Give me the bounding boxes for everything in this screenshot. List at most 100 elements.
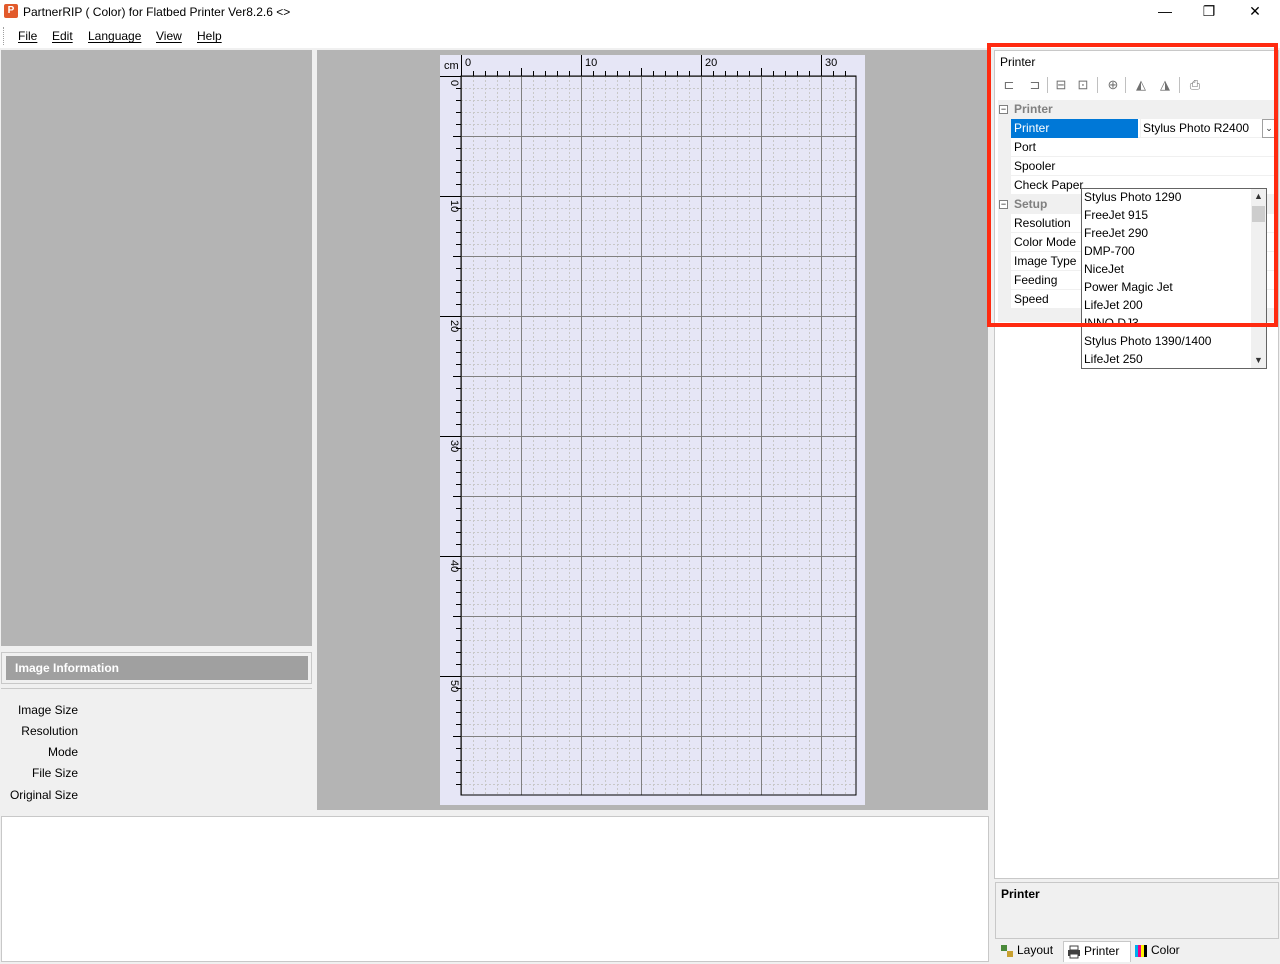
dropdown-option[interactable]: DMP-700 — [1084, 243, 1135, 261]
property-name: Image Type — [1014, 254, 1077, 268]
right-panel: Printer ⊏ ⊐ ⊟ ⊡ ⊕ ◭ ◮ ⎙ − Printer Printe… — [994, 50, 1279, 962]
image-information-header[interactable]: Image Information — [6, 656, 308, 680]
dropdown-option[interactable]: Power Magic Jet — [1084, 279, 1173, 297]
toolbar-separator — [1047, 77, 1048, 93]
toolbar-separator — [1125, 77, 1126, 93]
menu-file[interactable]: File — [18, 29, 37, 43]
tab-color[interactable]: Color — [1131, 941, 1191, 962]
menu-grip — [3, 27, 5, 45]
toolbar-separator — [1097, 77, 1098, 93]
property-name: Speed — [1014, 292, 1049, 306]
flip-horizontal-icon[interactable]: ◭ — [1131, 75, 1151, 95]
dropdown-option[interactable]: INNO DJ3 — [1084, 315, 1139, 333]
property-printer[interactable]: Printer Stylus Photo R2400 ⌄ — [1011, 119, 1276, 138]
property-name: Feeding — [1014, 273, 1058, 287]
category-printer[interactable]: − Printer — [998, 100, 1276, 119]
title-bar: P PartnerRIP ( Color) for Flatbed Printe… — [0, 0, 1280, 24]
dropdown-option[interactable]: Stylus Photo 1290 — [1084, 189, 1181, 207]
flip-vertical-icon[interactable]: ◮ — [1155, 75, 1175, 95]
top-ruler-label: 0 — [465, 57, 471, 69]
center-both-icon[interactable]: ⊕ — [1103, 75, 1123, 95]
menu-view[interactable]: View — [156, 29, 182, 43]
property-port[interactable]: Port — [1011, 138, 1276, 157]
scroll-up-icon[interactable]: ▲ — [1251, 189, 1266, 204]
close-button[interactable]: ✕ — [1232, 0, 1278, 24]
property-name: Resolution — [1014, 216, 1071, 230]
top-ruler-label: 30 — [825, 57, 837, 69]
dropdown-option[interactable]: LifeJet 200 — [1084, 297, 1143, 315]
category-label: Printer — [1014, 102, 1053, 116]
property-name: Color Mode — [1014, 235, 1077, 249]
dropdown-option[interactable]: LifeJet 250 — [1084, 351, 1143, 369]
scroll-thumb[interactable] — [1252, 206, 1265, 222]
center-vertical-icon[interactable]: ⊡ — [1073, 75, 1093, 95]
app-window: P PartnerRIP ( Color) for Flatbed Printe… — [0, 0, 1280, 964]
printer-panel-title: Printer — [1000, 55, 1036, 69]
top-ruler-label: 20 — [705, 57, 717, 69]
menu-help[interactable]: Help — [197, 29, 222, 43]
original-size-label: Original Size — [9, 788, 78, 802]
thumbnail-panel — [1, 50, 312, 646]
ruler-unit-label: cm — [444, 60, 459, 72]
divider — [1140, 119, 1141, 138]
image-information-panel: Image Size Resolution Mode File Size Ori… — [1, 688, 312, 809]
collapse-icon[interactable]: − — [999, 200, 1008, 209]
category-label: Setup — [1014, 197, 1048, 211]
tab-printer[interactable]: Printer — [1063, 941, 1131, 962]
property-name: Printer — [1014, 121, 1050, 135]
tab-layout[interactable]: Layout — [997, 941, 1063, 962]
printer-dropdown-list[interactable]: Stylus Photo 1290 FreeJet 915 FreeJet 29… — [1081, 188, 1267, 369]
toolbar-separator — [1179, 77, 1180, 93]
restore-button[interactable]: ❐ — [1186, 0, 1232, 24]
left-ruler-label: 30 — [448, 440, 460, 452]
menu-bar: File Edit Language View Help — [0, 24, 1280, 48]
dropdown-option[interactable]: NiceJet — [1084, 261, 1124, 279]
align-top-right-icon[interactable]: ⊐ — [1025, 75, 1045, 95]
file-size-label: File Size — [31, 766, 78, 780]
print-icon[interactable]: ⎙ — [1185, 75, 1205, 95]
log-panel — [1, 816, 989, 962]
menu-edit[interactable]: Edit — [52, 29, 73, 43]
resolution-label: Resolution — [21, 724, 78, 738]
top-ruler-label: 10 — [585, 57, 597, 69]
tab-label: Printer — [1084, 944, 1120, 958]
app-icon: P — [4, 4, 18, 18]
left-ruler-label: 0 — [448, 80, 460, 86]
dropdown-option[interactable]: Stylus Photo 1390/1400 — [1084, 333, 1211, 351]
property-name: Spooler — [1014, 159, 1056, 173]
tab-label: Layout — [1017, 943, 1054, 957]
property-spooler[interactable]: Spooler — [1011, 157, 1276, 176]
dropdown-option[interactable]: FreeJet 915 — [1084, 207, 1148, 225]
printer-value[interactable]: Stylus Photo R2400 — [1143, 121, 1249, 135]
tab-label: Color — [1151, 943, 1180, 957]
left-ruler-label: 10 — [448, 200, 460, 212]
printer-settings-panel: Printer ⊏ ⊐ ⊟ ⊡ ⊕ ◭ ◮ ⎙ − Printer Printe… — [994, 50, 1279, 879]
align-top-left-icon[interactable]: ⊏ — [999, 75, 1019, 95]
window-title: PartnerRIP ( Color) for Flatbed Printer … — [23, 5, 291, 19]
color-icon — [1135, 945, 1147, 957]
chevron-down-icon[interactable]: ⌄ — [1262, 119, 1276, 138]
center-horizontal-icon[interactable]: ⊟ — [1051, 75, 1071, 95]
print-area[interactable]: cm 0 10 20 30 0 10 20 30 40 50 — [440, 55, 865, 805]
description-title: Printer — [1001, 887, 1040, 901]
mode-label: Mode — [47, 745, 78, 759]
left-ruler-label: 40 — [448, 560, 460, 572]
left-ruler-label: 20 — [448, 320, 460, 332]
image-information-section: Image Information — [1, 652, 312, 684]
property-grid: − Printer Printer Stylus Photo R2400 ⌄ P… — [998, 100, 1276, 369]
property-description-box: Printer — [995, 882, 1279, 939]
property-name: Port — [1014, 140, 1037, 154]
panel-tabs: Layout Printer Color — [995, 941, 1279, 962]
layout-canvas[interactable]: cm 0 10 20 30 0 10 20 30 40 50 — [317, 50, 988, 810]
printer-icon — [1068, 945, 1080, 959]
minimize-button[interactable]: — — [1142, 0, 1188, 24]
scroll-down-icon[interactable]: ▼ — [1251, 353, 1266, 368]
image-size-label: Image Size — [17, 703, 78, 717]
dropdown-scrollbar[interactable]: ▲ ▼ — [1251, 189, 1266, 368]
layout-icon — [1001, 945, 1013, 957]
dropdown-option[interactable]: FreeJet 290 — [1084, 225, 1148, 243]
ruler-grid: cm 0 10 20 30 0 10 20 30 40 50 — [440, 55, 857, 796]
menu-language[interactable]: Language — [88, 29, 141, 43]
collapse-icon[interactable]: − — [999, 105, 1008, 114]
left-ruler-label: 50 — [448, 680, 460, 692]
